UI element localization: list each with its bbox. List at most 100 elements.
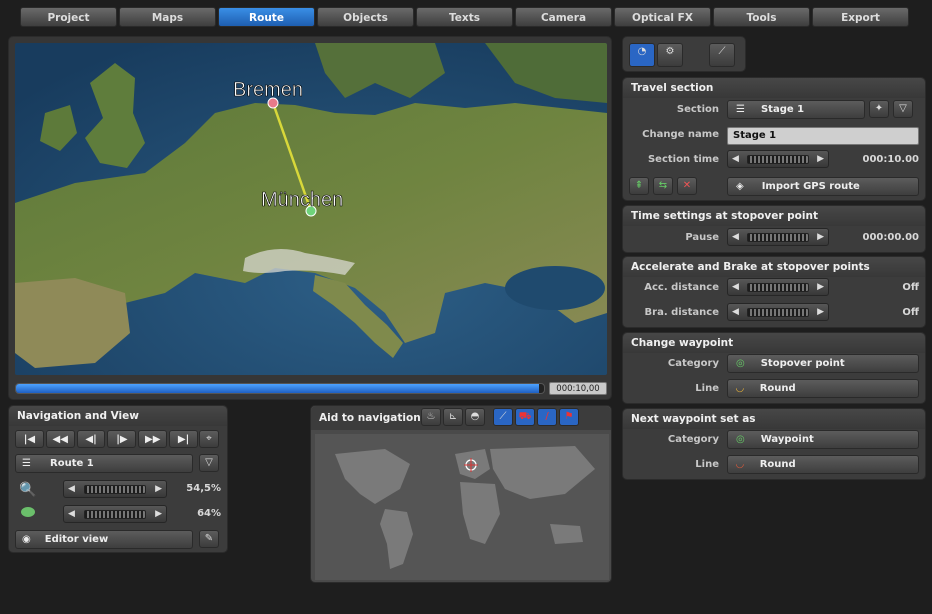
view-select[interactable]: ◉ Editor view [15, 530, 193, 549]
flag-icon[interactable]: ⚑ [559, 408, 579, 426]
compass-icon[interactable]: ⊾ [443, 408, 463, 426]
section-tool-icon[interactable]: ✦ [869, 100, 889, 118]
pin-icon[interactable]: / [537, 408, 557, 426]
tab-export[interactable]: Export [812, 7, 909, 27]
time-settings-title: Time settings at stopover point [623, 206, 925, 226]
route-mode-icon[interactable]: ⚙ [657, 43, 683, 67]
view-select-label: Editor view [44, 534, 109, 545]
main-tabs: Project Maps Route Objects Texts Camera Optica… [20, 7, 909, 27]
insert-icon[interactable]: ⇆ [653, 177, 673, 195]
rewind-button[interactable]: ◀◀ [45, 430, 75, 448]
change-waypoint-title: Change waypoint [623, 333, 925, 353]
tilt-slider[interactable]: ◀ ▶ [63, 505, 167, 523]
waypoint-icon: ◎ [736, 434, 745, 445]
pause-label: Pause [685, 232, 719, 243]
tab-route[interactable]: Route [218, 7, 315, 27]
travel-section-title: Travel section [623, 78, 925, 98]
camera-icon: ◉ [22, 534, 31, 545]
curve-icon: ◡ [736, 459, 744, 470]
next-category-select-label: Waypoint [760, 434, 814, 445]
list-icon: ☰ [22, 458, 31, 469]
section-select-label: Stage 1 [760, 104, 805, 115]
thermometer-icon[interactable]: ♨ [421, 408, 441, 426]
section-time-slider[interactable]: ◀ ▶ [727, 150, 829, 168]
target-icon[interactable]: ⌖ [199, 430, 219, 448]
navigation-title: Navigation and View [9, 406, 227, 426]
app-window: Project Maps Route Objects Texts Camera Optica… [0, 0, 932, 614]
map-canvas[interactable]: Bremen München [15, 43, 607, 375]
timeline-progress[interactable] [15, 383, 545, 394]
time-settings-panel: Time settings at stopover point Pause ◀ ▶… [622, 205, 926, 253]
line-select[interactable]: ◡ Round [727, 379, 919, 398]
vehicle-icon[interactable]: ⛟ [515, 408, 535, 426]
tab-texts[interactable]: Texts [416, 7, 513, 27]
gps-icon: ◈ [736, 181, 744, 192]
change-name-label: Change name [642, 129, 719, 140]
navigation-panel: Navigation and View |◀ ◀◀ ◀| |▶ ▶▶ ▶| ⌖ … [8, 405, 228, 553]
next-line-select[interactable]: ◡ Round [727, 455, 919, 474]
travel-section-panel: Travel section Section ☰ Stage 1 ✦ ▽ Cha… [622, 77, 926, 201]
tab-maps[interactable]: Maps [119, 7, 216, 27]
aid-navigation-panel: Aid to navigation ♨ ⊾ ◓ ⟋ ⛟ / ⚑ [310, 405, 612, 583]
category-label: Category [667, 358, 719, 369]
category-select[interactable]: ◎ Stopover point [727, 354, 919, 373]
next-waypoint-title: Next waypoint set as [623, 409, 925, 429]
aid-toolbar: ♨ ⊾ ◓ ⟋ ⛟ / ⚑ [421, 408, 579, 426]
list-icon: ☰ [736, 104, 745, 115]
timeline-time: 000:10,00 [549, 382, 607, 395]
line-select-label: Round [759, 383, 796, 394]
acc-distance-value: Off [902, 282, 919, 293]
section-select[interactable]: ☰ Stage 1 [727, 100, 865, 119]
acc-distance-slider[interactable]: ◀ ▶ [727, 278, 829, 296]
zoom-slider[interactable]: ◀ ▶ [63, 480, 167, 498]
city-label-muenchen: München [261, 189, 343, 211]
step-forward-button[interactable]: |▶ [107, 430, 137, 448]
bra-distance-value: Off [902, 307, 919, 318]
globe-icon[interactable]: ◓ [465, 408, 485, 426]
curve-icon: ◡ [736, 383, 744, 394]
bra-distance-slider[interactable]: ◀ ▶ [727, 303, 829, 321]
speedometer-icon[interactable]: ◔ [629, 43, 655, 67]
import-gps-label: Import GPS route [761, 181, 860, 192]
draw-mode-icon[interactable]: ⟋ [709, 43, 735, 67]
import-gps-button[interactable]: ◈ Import GPS route [727, 177, 919, 196]
first-button[interactable]: |◀ [15, 430, 44, 448]
accel-brake-panel: Accelerate and Brake at stopover points … [622, 256, 926, 328]
route-select[interactable]: ☰ Route 1 [15, 454, 193, 473]
pause-slider[interactable]: ◀ ▶ [727, 228, 829, 246]
acc-distance-label: Acc. distance [644, 282, 719, 293]
delete-icon[interactable]: ✕ [677, 177, 697, 195]
accel-brake-title: Accelerate and Brake at stopover points [623, 257, 925, 277]
stopover-icon: ◎ [736, 358, 745, 369]
line-label: Line [695, 383, 719, 394]
edit-view-icon[interactable]: ✎ [199, 530, 219, 548]
world-minimap[interactable] [315, 434, 609, 580]
add-icon[interactable]: ⇞ [629, 177, 649, 195]
tab-objects[interactable]: Objects [317, 7, 414, 27]
zoom-icon: 🔍 [19, 482, 37, 498]
filter-icon[interactable]: ▽ [199, 454, 219, 472]
tab-project[interactable]: Project [20, 7, 117, 27]
route-select-label: Route 1 [50, 458, 94, 469]
last-button[interactable]: ▶| [169, 430, 198, 448]
next-category-select[interactable]: ◎ Waypoint [727, 430, 919, 449]
change-name-input[interactable]: Stage 1 [727, 127, 919, 145]
zoom-value: 54,5% [186, 483, 221, 494]
route-tool-icon[interactable]: ⟋ [493, 408, 513, 426]
tilt-icon [21, 507, 35, 517]
tab-camera[interactable]: Camera [515, 7, 612, 27]
tab-tools[interactable]: Tools [713, 7, 810, 27]
step-back-button[interactable]: ◀| [76, 430, 106, 448]
fast-forward-button[interactable]: ▶▶ [138, 430, 168, 448]
category-select-label: Stopover point [760, 358, 845, 369]
bra-distance-label: Bra. distance [644, 307, 719, 318]
playback-controls: |◀ ◀◀ ◀| |▶ ▶▶ ▶| [15, 430, 198, 448]
europe-map: Bremen München [15, 43, 607, 375]
tilt-value: 64% [197, 508, 221, 519]
tab-optical-fx[interactable]: Optical FX [614, 7, 711, 27]
pause-value: 000:00.00 [862, 232, 919, 243]
next-waypoint-panel: Next waypoint set as Category ◎ Waypoint… [622, 408, 926, 480]
section-time-label: Section time [647, 154, 719, 165]
map-view-panel: Bremen München 000:10,00 [8, 36, 612, 400]
section-filter-icon[interactable]: ▽ [893, 100, 913, 118]
